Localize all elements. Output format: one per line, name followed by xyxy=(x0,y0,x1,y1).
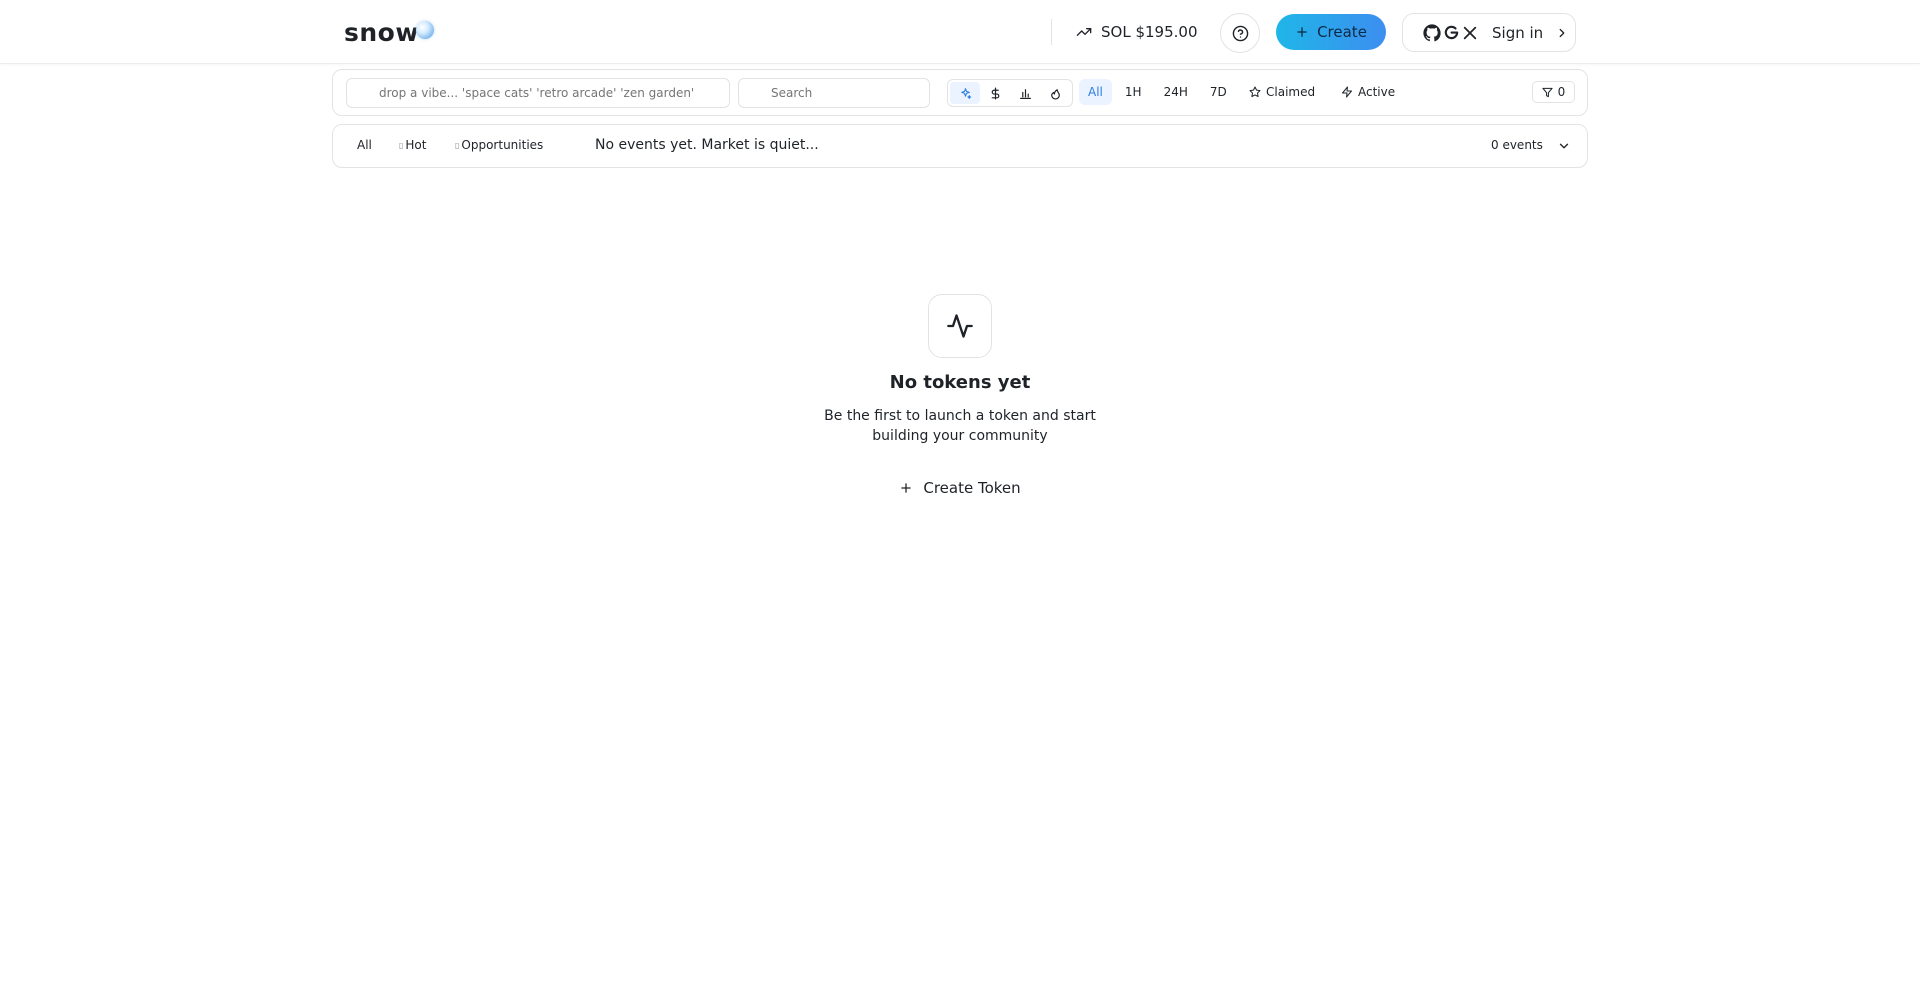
filter-count-badge: 0 xyxy=(1557,85,1566,99)
dollar-icon xyxy=(989,86,1002,100)
active-filter-label: Active xyxy=(1358,85,1396,99)
chevron-down-icon xyxy=(1557,139,1571,153)
plus-icon xyxy=(1295,25,1309,39)
chevron-right-icon xyxy=(1555,26,1569,40)
logo-text[interactable]: snow xyxy=(344,18,419,47)
sort-hot-button[interactable] xyxy=(1040,82,1070,104)
events-tab-hot[interactable]: ▯ Hot xyxy=(399,138,426,152)
funnel-icon xyxy=(1542,87,1553,98)
active-filter-toggle[interactable]: Active xyxy=(1341,79,1395,105)
sol-price-label: SOL $195.00 xyxy=(1101,23,1198,41)
events-count: 0 events xyxy=(1491,138,1543,152)
sparkles-icon xyxy=(959,87,972,100)
empty-state-title: No tokens yet xyxy=(889,372,1031,393)
activity-pulse-icon xyxy=(946,312,974,340)
time-range-24h[interactable]: 24H xyxy=(1155,79,1197,105)
github-icon xyxy=(1423,23,1441,42)
star-icon xyxy=(1249,86,1261,98)
sort-toggle-group xyxy=(947,79,1073,107)
create-button-label: Create xyxy=(1317,23,1367,41)
time-range-all[interactable]: All xyxy=(1079,79,1112,105)
header-divider xyxy=(1051,19,1052,45)
time-range-tabs: All 1H 24H 7D xyxy=(1079,79,1236,105)
sol-price-ticker: SOL $195.00 xyxy=(1076,17,1197,47)
time-range-7d[interactable]: 7D xyxy=(1201,79,1236,105)
flame-icon xyxy=(1049,87,1062,100)
plus-icon xyxy=(899,481,913,495)
events-bar: All ▯ Hot ▯ Opportunities No events yet.… xyxy=(332,124,1588,168)
google-icon xyxy=(1443,24,1460,41)
search-input[interactable] xyxy=(738,78,930,108)
events-expand-button[interactable] xyxy=(1557,139,1571,153)
sort-trending-button[interactable] xyxy=(950,82,980,104)
signin-label: Sign in xyxy=(1492,23,1544,42)
sort-volume-button[interactable] xyxy=(1010,82,1040,104)
sort-marketcap-button[interactable] xyxy=(980,82,1010,104)
events-tab-all[interactable]: All xyxy=(357,138,372,152)
advanced-filter-button[interactable]: 0 xyxy=(1532,81,1575,103)
empty-state-icon-box xyxy=(928,294,992,358)
help-circle-icon xyxy=(1232,25,1249,42)
placeholder-glyph-icon: ▯ xyxy=(399,140,404,150)
events-tab-opportunities[interactable]: ▯ Opportunities xyxy=(455,138,543,152)
top-header: snow SOL $195.00 Create Sign in xyxy=(0,0,1920,64)
bar-chart-icon xyxy=(1019,87,1032,100)
vibe-search-input[interactable] xyxy=(346,78,730,108)
filter-bar: All 1H 24H 7D Claimed Active 0 xyxy=(332,69,1588,116)
empty-state-description: Be the first to launch a token and start… xyxy=(824,408,1096,444)
lightning-icon xyxy=(1341,86,1353,98)
create-token-button[interactable]: Create Token xyxy=(893,474,1027,502)
events-tab-opportunities-label: Opportunities xyxy=(461,138,544,152)
time-range-1h[interactable]: 1H xyxy=(1116,79,1151,105)
help-button[interactable] xyxy=(1220,13,1260,53)
placeholder-glyph-icon: ▯ xyxy=(455,140,460,150)
snowball-logo-icon xyxy=(416,21,434,39)
events-status-message: No events yet. Market is quiet... xyxy=(595,137,819,153)
signin-button[interactable]: Sign in xyxy=(1402,13,1576,52)
social-login-icons xyxy=(1423,23,1478,42)
claimed-filter-toggle[interactable]: Claimed xyxy=(1249,79,1315,105)
events-tab-hot-label: Hot xyxy=(405,138,427,152)
x-logo-icon xyxy=(1462,25,1478,41)
create-token-label: Create Token xyxy=(923,479,1021,497)
events-tab-all-label: All xyxy=(357,138,372,152)
trending-up-icon xyxy=(1076,24,1092,40)
claimed-filter-label: Claimed xyxy=(1266,85,1316,99)
create-button[interactable]: Create xyxy=(1276,14,1386,50)
